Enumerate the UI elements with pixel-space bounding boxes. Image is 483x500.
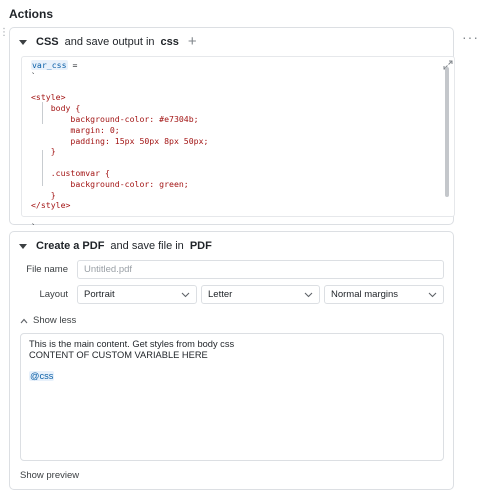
code-line: `	[31, 70, 36, 81]
pdf-output-variable[interactable]: PDF	[190, 240, 212, 252]
code-line: padding: 15px 50px 8px 50px;	[31, 135, 209, 146]
code-line: .customvar {	[31, 167, 110, 178]
add-icon[interactable]: +	[188, 34, 197, 49]
variable-token[interactable]: var_css	[31, 60, 68, 70]
code-line: <style>	[31, 92, 66, 103]
paper-size-select[interactable]: Letter	[201, 285, 320, 304]
collapse-caret-icon[interactable]	[19, 243, 27, 249]
indent-guide	[42, 150, 43, 186]
orientation-value: Portrait	[84, 289, 115, 300]
css-action-name: CSS	[36, 36, 59, 48]
code-line: </style>	[31, 200, 71, 211]
css-action-card: CSS and save output in css + var_css = ` <…	[9, 27, 455, 232]
content-line: CONTENT OF CUSTOM VARIABLE HERE	[29, 349, 208, 360]
more-options-icon[interactable]: ···	[462, 29, 479, 45]
margins-value: Normal margins	[331, 289, 399, 300]
paper-size-value: Letter	[208, 289, 233, 300]
chevron-down-icon	[428, 292, 437, 297]
show-less-label: Show less	[33, 315, 77, 326]
pdf-action-header[interactable]: Create a PDF and save file in PDF	[19, 240, 212, 252]
css-output-variable[interactable]: css	[161, 36, 179, 48]
code-line: body {	[31, 103, 81, 114]
margins-select[interactable]: Normal margins	[324, 285, 444, 304]
variable-mention[interactable]: @css	[29, 370, 55, 381]
pdf-content-editor[interactable]: This is the main content. Get styles fro…	[20, 333, 444, 461]
chevron-down-icon	[304, 292, 313, 297]
show-preview-link[interactable]: Show preview	[20, 470, 79, 481]
css-action-description: and save output in	[64, 36, 155, 48]
code-line: var_css =	[31, 60, 78, 70]
code-line: }	[31, 189, 56, 200]
chevron-up-icon	[20, 318, 28, 323]
chevron-down-icon	[181, 292, 190, 297]
drag-handle-icon[interactable]: ⋮	[0, 28, 9, 38]
orientation-select[interactable]: Portrait	[77, 285, 197, 304]
code-content[interactable]: var_css = ` <style> body { background-colo…	[31, 60, 208, 233]
code-line: margin: 0;	[31, 124, 120, 135]
code-line: background-color: #e7304b;	[31, 113, 199, 124]
show-less-toggle[interactable]: Show less	[20, 315, 76, 326]
collapse-caret-icon[interactable]	[19, 39, 27, 45]
code-line: }	[31, 146, 56, 157]
pdf-action-description: and save file in	[110, 240, 184, 252]
scrollbar[interactable]	[445, 67, 449, 197]
pdf-action-verb: Create a	[36, 240, 80, 252]
pdf-action-card: Create a PDF and save file in PDF File n…	[9, 231, 454, 490]
code-line: background-color: green;	[31, 178, 189, 189]
css-code-editor[interactable]: var_css = ` <style> body { background-colo…	[21, 56, 455, 232]
indent-guide	[42, 102, 43, 124]
file-name-placeholder: Untitled.pdf	[84, 264, 133, 275]
file-name-label: File name	[26, 264, 68, 275]
pdf-action-name: PDF	[82, 240, 105, 252]
file-name-input[interactable]: Untitled.pdf	[77, 260, 444, 279]
section-title: Actions	[9, 7, 54, 21]
content-line: This is the main content. Get styles fro…	[29, 339, 235, 349]
css-action-header[interactable]: CSS and save output in css +	[19, 34, 197, 49]
layout-label: Layout	[39, 289, 68, 300]
